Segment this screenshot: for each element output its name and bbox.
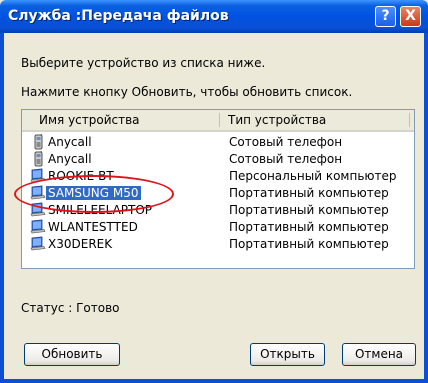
- device-type: Портативный компьютер: [229, 220, 389, 234]
- phone-icon: [30, 131, 46, 150]
- device-type: Портативный компьютер: [229, 186, 389, 200]
- status-text: Статус : Готово: [21, 301, 120, 315]
- laptop-icon: [30, 219, 46, 235]
- help-button[interactable]: ?: [375, 6, 396, 27]
- list-header: Имя устройства Тип устройства: [22, 110, 414, 132]
- window-frame-left: [0, 33, 4, 383]
- column-device-type[interactable]: Тип устройства: [228, 113, 326, 127]
- table-row[interactable]: WLANTESTTED Портативный компьютер: [22, 219, 414, 235]
- device-type: Портативный компьютер: [229, 203, 389, 217]
- device-name: WLANTESTTED: [48, 220, 138, 234]
- device-type: Портативный компьютер: [229, 237, 389, 251]
- phone-icon: [30, 148, 46, 167]
- close-button[interactable]: X: [400, 6, 421, 27]
- device-type: Персональный компьютер: [229, 169, 397, 183]
- device-type: Сотовый телефон: [229, 152, 343, 166]
- cancel-button[interactable]: Отмена: [342, 343, 416, 366]
- column-device-name[interactable]: Имя устройства: [39, 113, 140, 127]
- refresh-button[interactable]: Обновить: [24, 343, 120, 366]
- open-button[interactable]: Открыть: [250, 343, 325, 366]
- table-row[interactable]: X30DEREK Портативный компьютер: [22, 236, 414, 252]
- instruction-select: Выберите устройство из списка ниже.: [21, 56, 266, 70]
- file-transfer-dialog: Служба :Передача файлов ? X Выберите уст…: [0, 0, 428, 383]
- title-bar[interactable]: Служба :Передача файлов ? X: [0, 0, 428, 33]
- device-type: Сотовый телефон: [229, 135, 343, 149]
- window-frame-bottom: [0, 379, 428, 383]
- device-name: X30DEREK: [48, 237, 113, 251]
- window-frame-right: [424, 33, 428, 383]
- device-name: Anycall: [48, 135, 92, 149]
- column-separator[interactable]: [409, 113, 410, 127]
- column-separator[interactable]: [219, 113, 220, 127]
- table-row[interactable]: Anycall Сотовый телефон: [22, 131, 414, 150]
- instruction-refresh: Нажмите кнопку Обновить, чтобы обновить …: [21, 85, 353, 99]
- laptop-icon: [30, 236, 46, 252]
- red-highlight-circle: [14, 175, 174, 213]
- window-title: Служба :Передача файлов: [8, 8, 229, 24]
- device-name: Anycall: [48, 152, 92, 166]
- table-row[interactable]: Anycall Сотовый телефон: [22, 148, 414, 167]
